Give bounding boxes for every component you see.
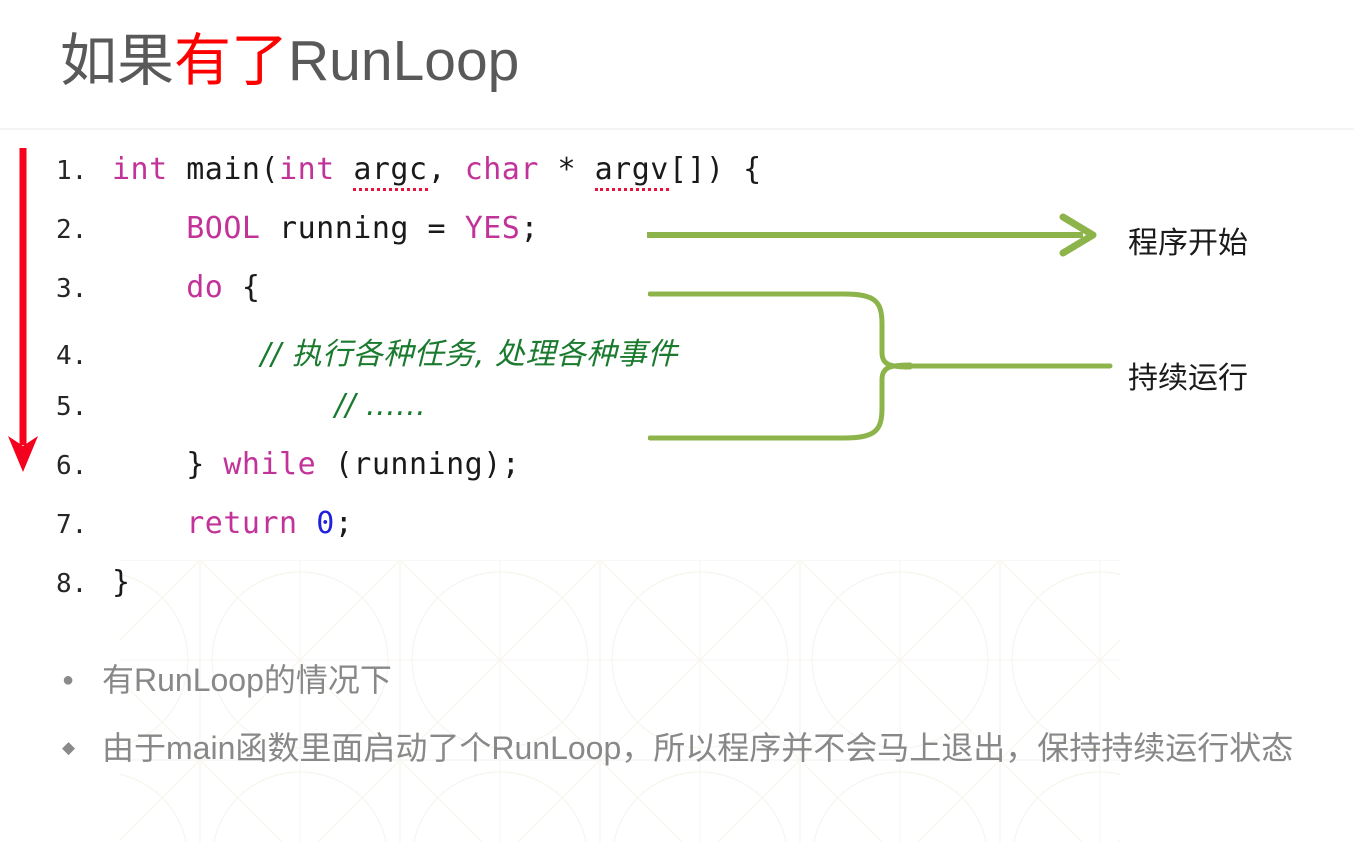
- green-right-arrow-icon: [647, 213, 1097, 257]
- code-token-plain: {: [223, 270, 261, 305]
- code-token-cmt: // 执行各种任务, 处理各种事件: [260, 337, 678, 372]
- code-line-content: BOOL running = YES;: [112, 211, 539, 246]
- code-line: 7. return 0;: [56, 506, 762, 565]
- code-token-kw: BOOL: [186, 211, 261, 246]
- code-line-content: }: [112, 565, 131, 600]
- code-line: 1. int main(int argc, char * argv[]) {: [56, 152, 762, 211]
- annotation-program-start: 程序开始: [1128, 226, 1248, 261]
- header-divider: [0, 128, 1354, 130]
- code-token-plain: *: [538, 152, 595, 187]
- bullet-marker-icon: ●: [62, 669, 75, 691]
- code-line-content: return 0;: [112, 506, 353, 541]
- red-down-arrow-icon: [8, 148, 38, 472]
- code-line-content: int main(int argc, char * argv[]) {: [112, 152, 762, 191]
- code-token-spell: argc: [353, 152, 428, 191]
- code-token-kw: while: [223, 447, 317, 482]
- code-token-kw: int: [279, 152, 335, 187]
- annotation-keep-running: 持续运行: [1128, 361, 1248, 396]
- code-token-plain: (running);: [316, 447, 521, 482]
- code-token-kw: return: [186, 506, 298, 541]
- slide-header: 如果有了RunLoop: [0, 0, 1354, 130]
- code-token-plain: }: [112, 565, 131, 600]
- bullet-text: 有RunLoop的情况下: [102, 662, 392, 698]
- code-line: 6. } while (running);: [56, 447, 762, 506]
- code-token-spell: argv: [594, 152, 669, 191]
- bullet-text: 由于main函数里面启动了个RunLoop，所以程序并不会马上退出，保持持续运行…: [102, 730, 1294, 766]
- code-line: 8.}: [56, 565, 762, 624]
- code-line-number: 2.: [56, 215, 88, 245]
- code-token-plain: ;: [520, 211, 539, 246]
- code-token-kw: char: [464, 152, 539, 187]
- bullet-list: ● 有RunLoop的情况下 ◆ 由于main函数里面启动了个RunLoop，所以程序…: [62, 655, 1322, 791]
- code-token-plain: main(: [167, 152, 280, 187]
- code-token-kw: int: [112, 152, 168, 187]
- code-line-number: 6.: [56, 451, 88, 481]
- code-token-plain: []) {: [668, 152, 762, 187]
- bullet-marker-icon: ◆: [62, 738, 76, 757]
- code-token-plain: ;: [334, 506, 354, 541]
- code-token-plain: running =: [260, 211, 465, 246]
- page-title-suffix: RunLoop: [288, 29, 520, 93]
- code-token-cmt: // ......: [334, 388, 427, 423]
- code-line-content: do {: [112, 270, 261, 305]
- page-title-prefix: 如果: [60, 29, 174, 93]
- code-token-plain: }: [186, 447, 224, 482]
- code-token-kw: do: [186, 270, 224, 305]
- code-line-number: 5.: [56, 392, 88, 422]
- code-line-number: 7.: [56, 510, 88, 540]
- code-line-content: } while (running);: [112, 447, 520, 482]
- code-line-number: 3.: [56, 274, 88, 304]
- code-token-num: 0: [316, 506, 335, 541]
- page-title: 如果有了RunLoop: [60, 22, 519, 100]
- code-line-content: // 执行各种任务, 处理各种事件: [112, 329, 678, 373]
- page-title-highlight: 有了: [174, 29, 288, 93]
- code-token-kw: YES: [464, 211, 521, 246]
- code-token-plain: ,: [427, 152, 465, 187]
- bullet-item: ◆ 由于main函数里面启动了个RunLoop，所以程序并不会马上退出，保持持续运…: [62, 723, 1322, 773]
- code-line-number: 4.: [56, 341, 88, 371]
- green-brace-bracket-icon: [648, 291, 1113, 441]
- code-line-number: 8.: [56, 569, 88, 599]
- bullet-item: ● 有RunLoop的情况下: [62, 655, 1322, 705]
- code-line-content: // ......: [112, 388, 426, 423]
- code-line-number: 1.: [56, 156, 88, 186]
